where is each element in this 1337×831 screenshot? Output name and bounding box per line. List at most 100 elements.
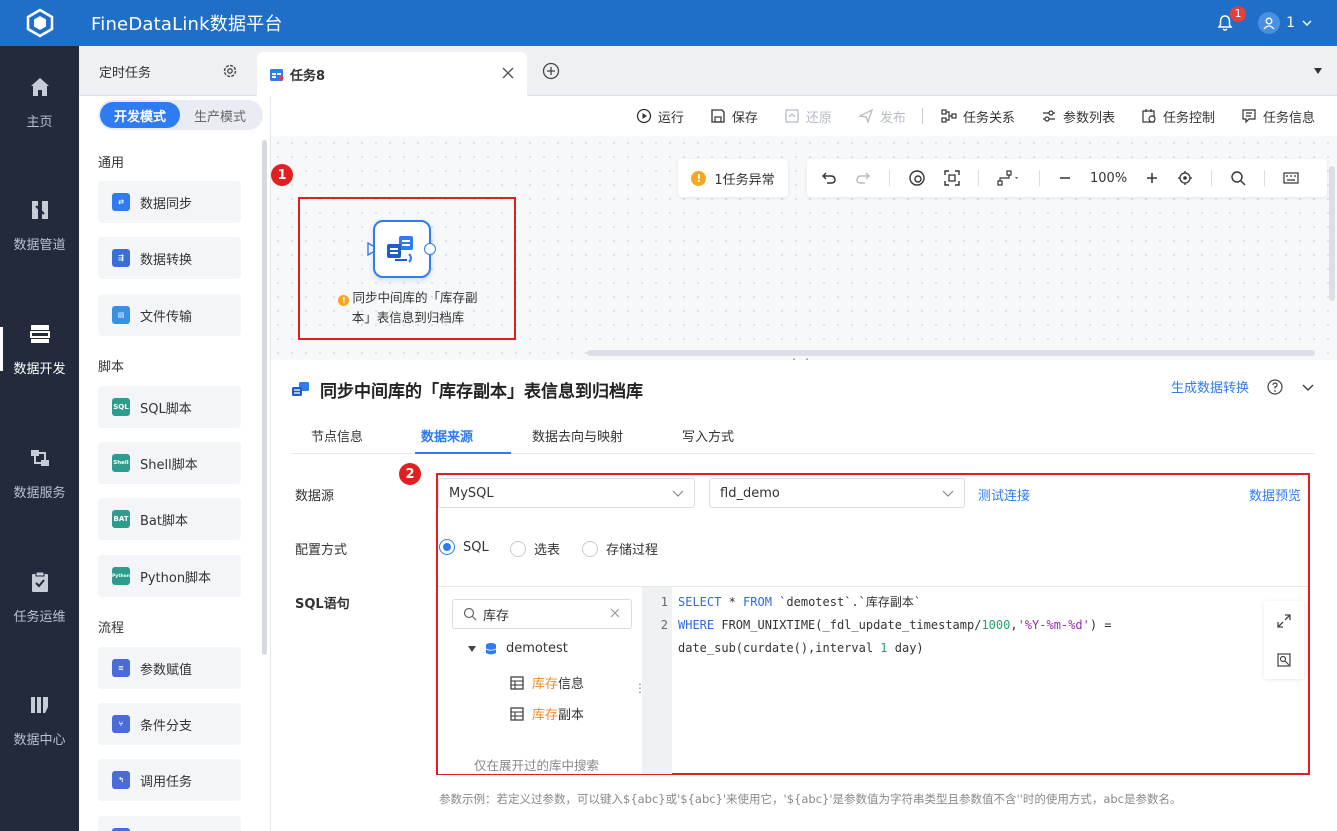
notification-badge: 1 — [1230, 6, 1247, 22]
tab-node-info[interactable]: 节点信息 — [311, 426, 363, 445]
component-panel: 开发模式 生产模式 通用 ⇄ 数据同步 ⇶ 数据转换 ▤ 文件传输 脚本 SQL… — [79, 96, 271, 831]
user-menu[interactable]: 1 — [1258, 12, 1313, 34]
task-info-button[interactable]: 任务信息 — [1241, 107, 1315, 126]
view-button[interactable] — [908, 169, 926, 187]
comp-data-transform[interactable]: ⇶ 数据转换 — [98, 237, 241, 279]
generate-transform-link[interactable]: 生成数据转换 — [1171, 377, 1249, 396]
tab-data-target[interactable]: 数据去向与映射 — [532, 426, 623, 445]
canvas-hscroll[interactable] — [587, 350, 1315, 356]
clipboard-check-icon — [31, 571, 48, 592]
data-preview-link[interactable]: 数据预览 — [1249, 485, 1301, 504]
table-icon — [510, 675, 524, 690]
param-list-button[interactable]: 参数列表 — [1041, 107, 1115, 126]
zoom-in-button[interactable] — [1145, 171, 1159, 185]
mode-switch[interactable]: 开发模式 生产模式 — [98, 100, 263, 130]
label-sql: SQL语句 — [295, 597, 350, 612]
data-dev-icon — [29, 324, 50, 343]
gear-icon[interactable] — [222, 63, 238, 79]
sql-code[interactable]: SELECT * FROM `demotest`.`库存副本` WHERE FR… — [678, 591, 1112, 660]
save-button[interactable]: 保存 — [710, 107, 758, 126]
run-button[interactable]: 运行 — [636, 107, 684, 126]
restore-button[interactable]: 还原 — [784, 107, 832, 126]
shell-script-icon: Shell — [112, 454, 130, 472]
comp-condition-branch[interactable]: ⑂ 条件分支 — [98, 703, 241, 745]
nav-item-dev[interactable]: 数据开发 — [0, 309, 79, 389]
keyboard-button[interactable] — [1283, 171, 1299, 185]
button-label: 还原 — [805, 110, 832, 126]
divider — [889, 170, 890, 186]
notification-button[interactable]: 1 — [1210, 6, 1247, 38]
home-icon — [30, 77, 49, 96]
format-preview-icon[interactable] — [1276, 652, 1292, 668]
comp-sql-script[interactable]: SQL SQL脚本 — [98, 386, 241, 428]
nav-label: 任务运维 — [13, 609, 66, 625]
locate-button[interactable] — [1177, 170, 1193, 186]
data-service-icon — [30, 449, 49, 466]
comp-file-transfer[interactable]: ▤ 文件传输 — [98, 294, 241, 336]
task-relations-button[interactable]: 任务关系 — [941, 107, 1015, 126]
nav-item-service[interactable]: 数据服务 — [0, 433, 79, 513]
radio-sql[interactable]: SQL — [439, 539, 489, 555]
tab-scheduled-tasks[interactable]: 定时任务 — [79, 46, 256, 96]
redo-button[interactable] — [855, 170, 871, 186]
active-tab-underline — [415, 452, 511, 454]
panel-scrollbar[interactable] — [262, 140, 267, 655]
app-logo[interactable] — [0, 0, 79, 46]
output-port[interactable] — [424, 243, 436, 255]
publish-button[interactable]: 发布 — [857, 107, 906, 126]
clear-icon[interactable] — [609, 607, 621, 619]
nav-item-ops[interactable]: 任务运维 — [0, 557, 79, 637]
locate-icon — [1178, 171, 1193, 185]
tab-write-mode[interactable]: 写入方式 — [682, 426, 734, 445]
help-icon[interactable] — [1267, 378, 1283, 395]
play-icon — [636, 108, 652, 124]
tab-data-source[interactable]: 数据来源 — [421, 426, 473, 445]
task-warning-indicator[interactable]: ! 1任务异常 — [678, 159, 788, 197]
dev-mode-button[interactable]: 开发模式 — [100, 102, 180, 128]
comp-shell-script[interactable]: Shell Shell脚本 — [98, 442, 241, 484]
data-sync-icon — [292, 381, 309, 396]
button-label: 保存 — [731, 110, 758, 126]
tab-dropdown-icon[interactable] — [1313, 67, 1323, 75]
comp-more[interactable]: ▣ — [98, 816, 241, 831]
radio-label: SQL — [463, 539, 489, 555]
tree-db-node[interactable]: demotest — [468, 641, 568, 656]
button-label: 运行 — [657, 110, 684, 126]
canvas-vscroll[interactable] — [1329, 166, 1335, 301]
undo-button[interactable] — [821, 170, 837, 186]
table-search-input[interactable]: 库存 — [452, 599, 632, 629]
comp-python-script[interactable]: Python Python脚本 — [98, 555, 241, 597]
datasource-conn-select[interactable]: fld_demo — [709, 478, 965, 508]
radio-select-table[interactable]: 选表 — [510, 539, 560, 558]
comp-data-sync[interactable]: ⇄ 数据同步 — [98, 181, 241, 223]
test-connection-link[interactable]: 测试连接 — [978, 485, 1030, 504]
radio-stored-proc[interactable]: 存储过程 — [582, 539, 658, 558]
warning-text: 1任务异常 — [714, 172, 775, 188]
nav-item-center[interactable]: 数据中心 — [0, 680, 79, 760]
tree-table-node[interactable]: 库存信息 — [510, 673, 584, 692]
close-icon[interactable] — [501, 66, 515, 80]
zoom-out-button[interactable] — [1058, 171, 1072, 185]
tab-task8[interactable]: 任务8 — [257, 52, 527, 96]
search-canvas-button[interactable] — [1230, 170, 1246, 186]
comp-call-task[interactable]: ↰ 调用任务 — [98, 759, 241, 801]
search-icon — [1231, 171, 1246, 186]
node-detail-panel: 同步中间库的「库存副本」表信息到归档库 生成数据转换 节点信息 数据来源 数据去… — [271, 360, 1337, 831]
comp-param-assign[interactable]: ≡ 参数赋值 — [98, 647, 241, 689]
flow-canvas[interactable]: ! 1任务异常 100% 1 ! 同步中间库的「库存副 本」表信息到归档库 — [271, 136, 1337, 370]
nav-item-pipeline[interactable]: 数据管道 — [0, 185, 79, 265]
node-label[interactable]: ! 同步中间库的「库存副 本」表信息到归档库 — [315, 288, 501, 328]
task-control-button[interactable]: 任务控制 — [1141, 107, 1215, 126]
collapse-chevron-icon[interactable] — [1301, 380, 1315, 394]
add-tab-icon[interactable] — [542, 62, 560, 80]
fit-button[interactable] — [944, 170, 960, 186]
data-sync-node[interactable] — [373, 220, 431, 278]
nav-item-home[interactable]: 主页 — [0, 62, 79, 142]
tree-table-node[interactable]: 库存副本 — [510, 704, 584, 723]
expand-icon[interactable] — [1276, 613, 1292, 629]
radio-circle — [582, 540, 598, 557]
comp-bat-script[interactable]: BAT Bat脚本 — [98, 498, 241, 540]
layout-button[interactable] — [997, 170, 1021, 186]
prod-mode-button[interactable]: 生产模式 — [180, 102, 260, 128]
datasource-type-select[interactable]: MySQL — [438, 478, 695, 508]
